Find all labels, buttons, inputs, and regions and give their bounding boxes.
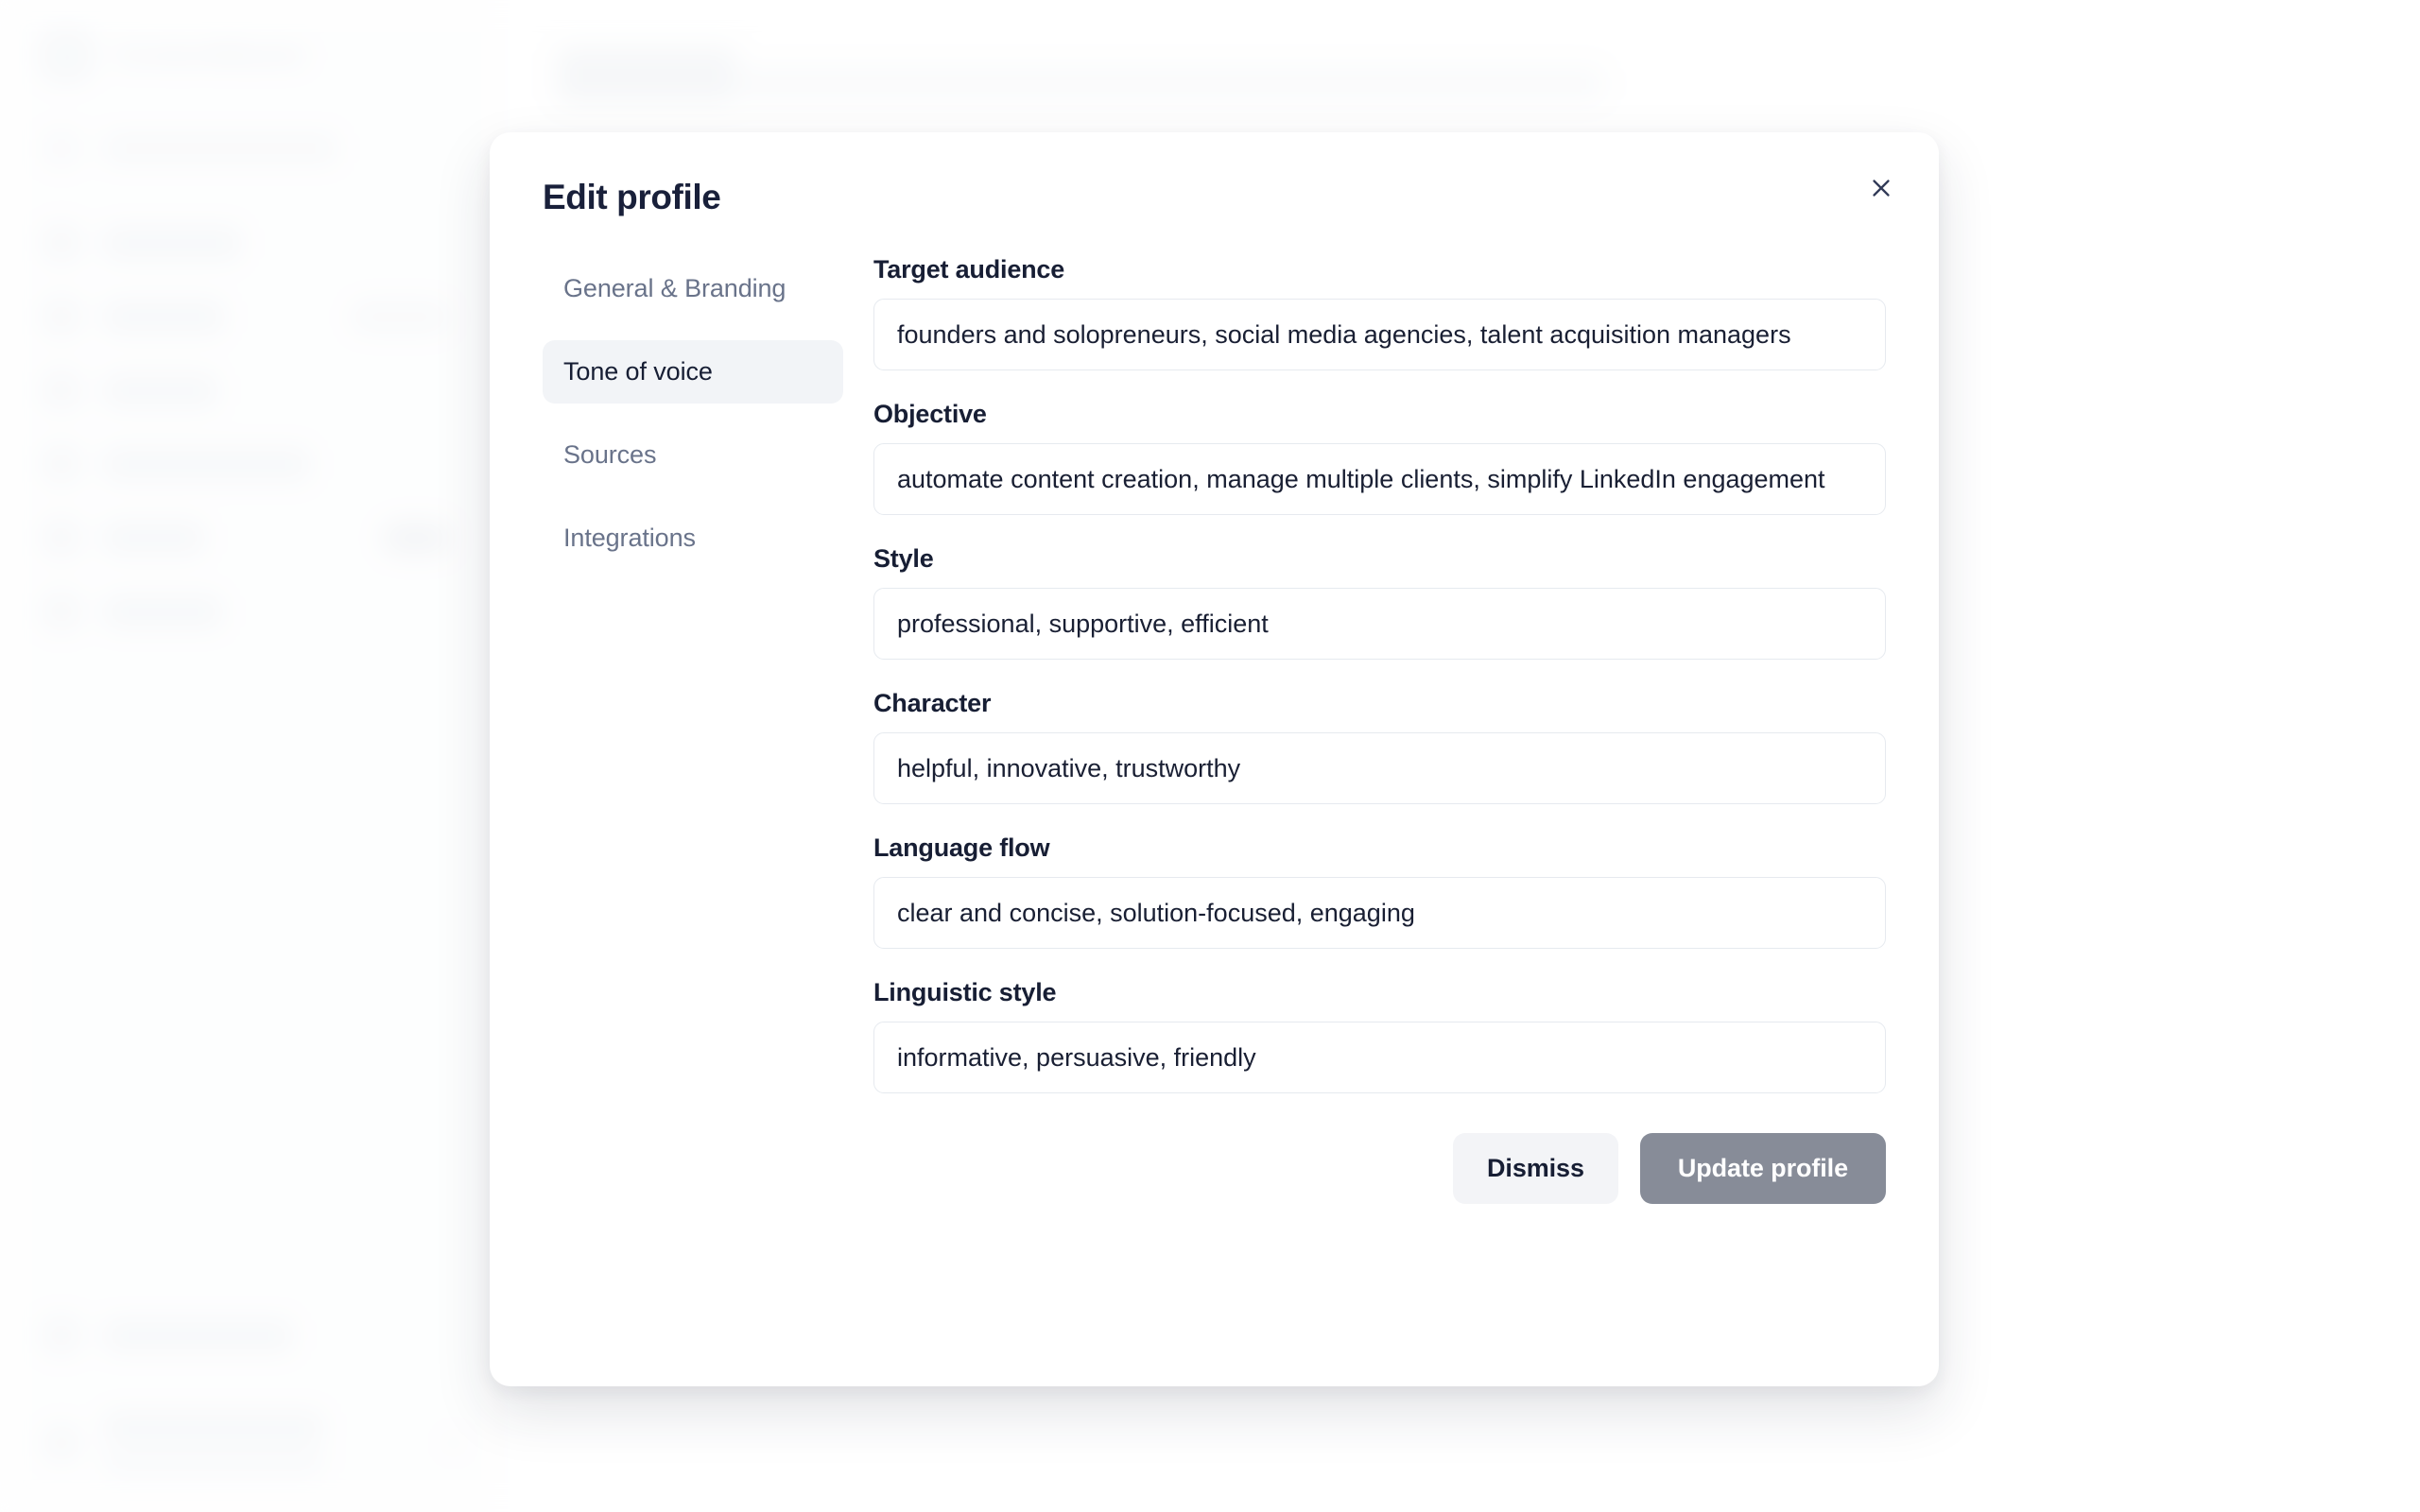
field-label: Target audience (873, 255, 1065, 284)
field-label: Linguistic style (873, 978, 1057, 1006)
character-input[interactable] (873, 732, 1886, 804)
field-character: Character (873, 689, 1886, 804)
field-label: Style (873, 544, 934, 573)
linguistic-style-input[interactable] (873, 1022, 1886, 1093)
edit-profile-dialog: Edit profile General & Branding Tone of … (490, 132, 1939, 1386)
dialog-title: Edit profile (543, 178, 721, 216)
field-label: Language flow (873, 833, 1050, 862)
field-label: Objective (873, 400, 987, 428)
objective-input[interactable] (873, 443, 1886, 515)
field-objective: Objective (873, 400, 1886, 515)
dismiss-button[interactable]: Dismiss (1453, 1133, 1618, 1204)
field-style: Style (873, 544, 1886, 660)
style-input[interactable] (873, 588, 1886, 660)
dialog-footer: Dismiss Update profile (490, 1093, 1939, 1204)
field-language-flow: Language flow (873, 833, 1886, 949)
field-linguistic-style: Linguistic style (873, 978, 1886, 1093)
tone-of-voice-form: Target audience Objective Style Characte… (873, 253, 1886, 1093)
tab-sources[interactable]: Sources (543, 423, 843, 487)
dialog-tabs: General & Branding Tone of voice Sources… (543, 253, 843, 1093)
tab-tone-of-voice[interactable]: Tone of voice (543, 340, 843, 404)
tab-integrations[interactable]: Integrations (543, 507, 843, 570)
target-audience-input[interactable] (873, 299, 1886, 370)
close-icon[interactable] (1859, 166, 1903, 210)
update-profile-button[interactable]: Update profile (1639, 1133, 1886, 1204)
language-flow-input[interactable] (873, 877, 1886, 949)
dialog-header: Edit profile (490, 132, 1939, 217)
field-label: Character (873, 689, 992, 717)
tab-general-branding[interactable]: General & Branding (543, 257, 843, 320)
field-target-audience: Target audience (873, 255, 1886, 370)
dialog-body: General & Branding Tone of voice Sources… (490, 217, 1939, 1093)
